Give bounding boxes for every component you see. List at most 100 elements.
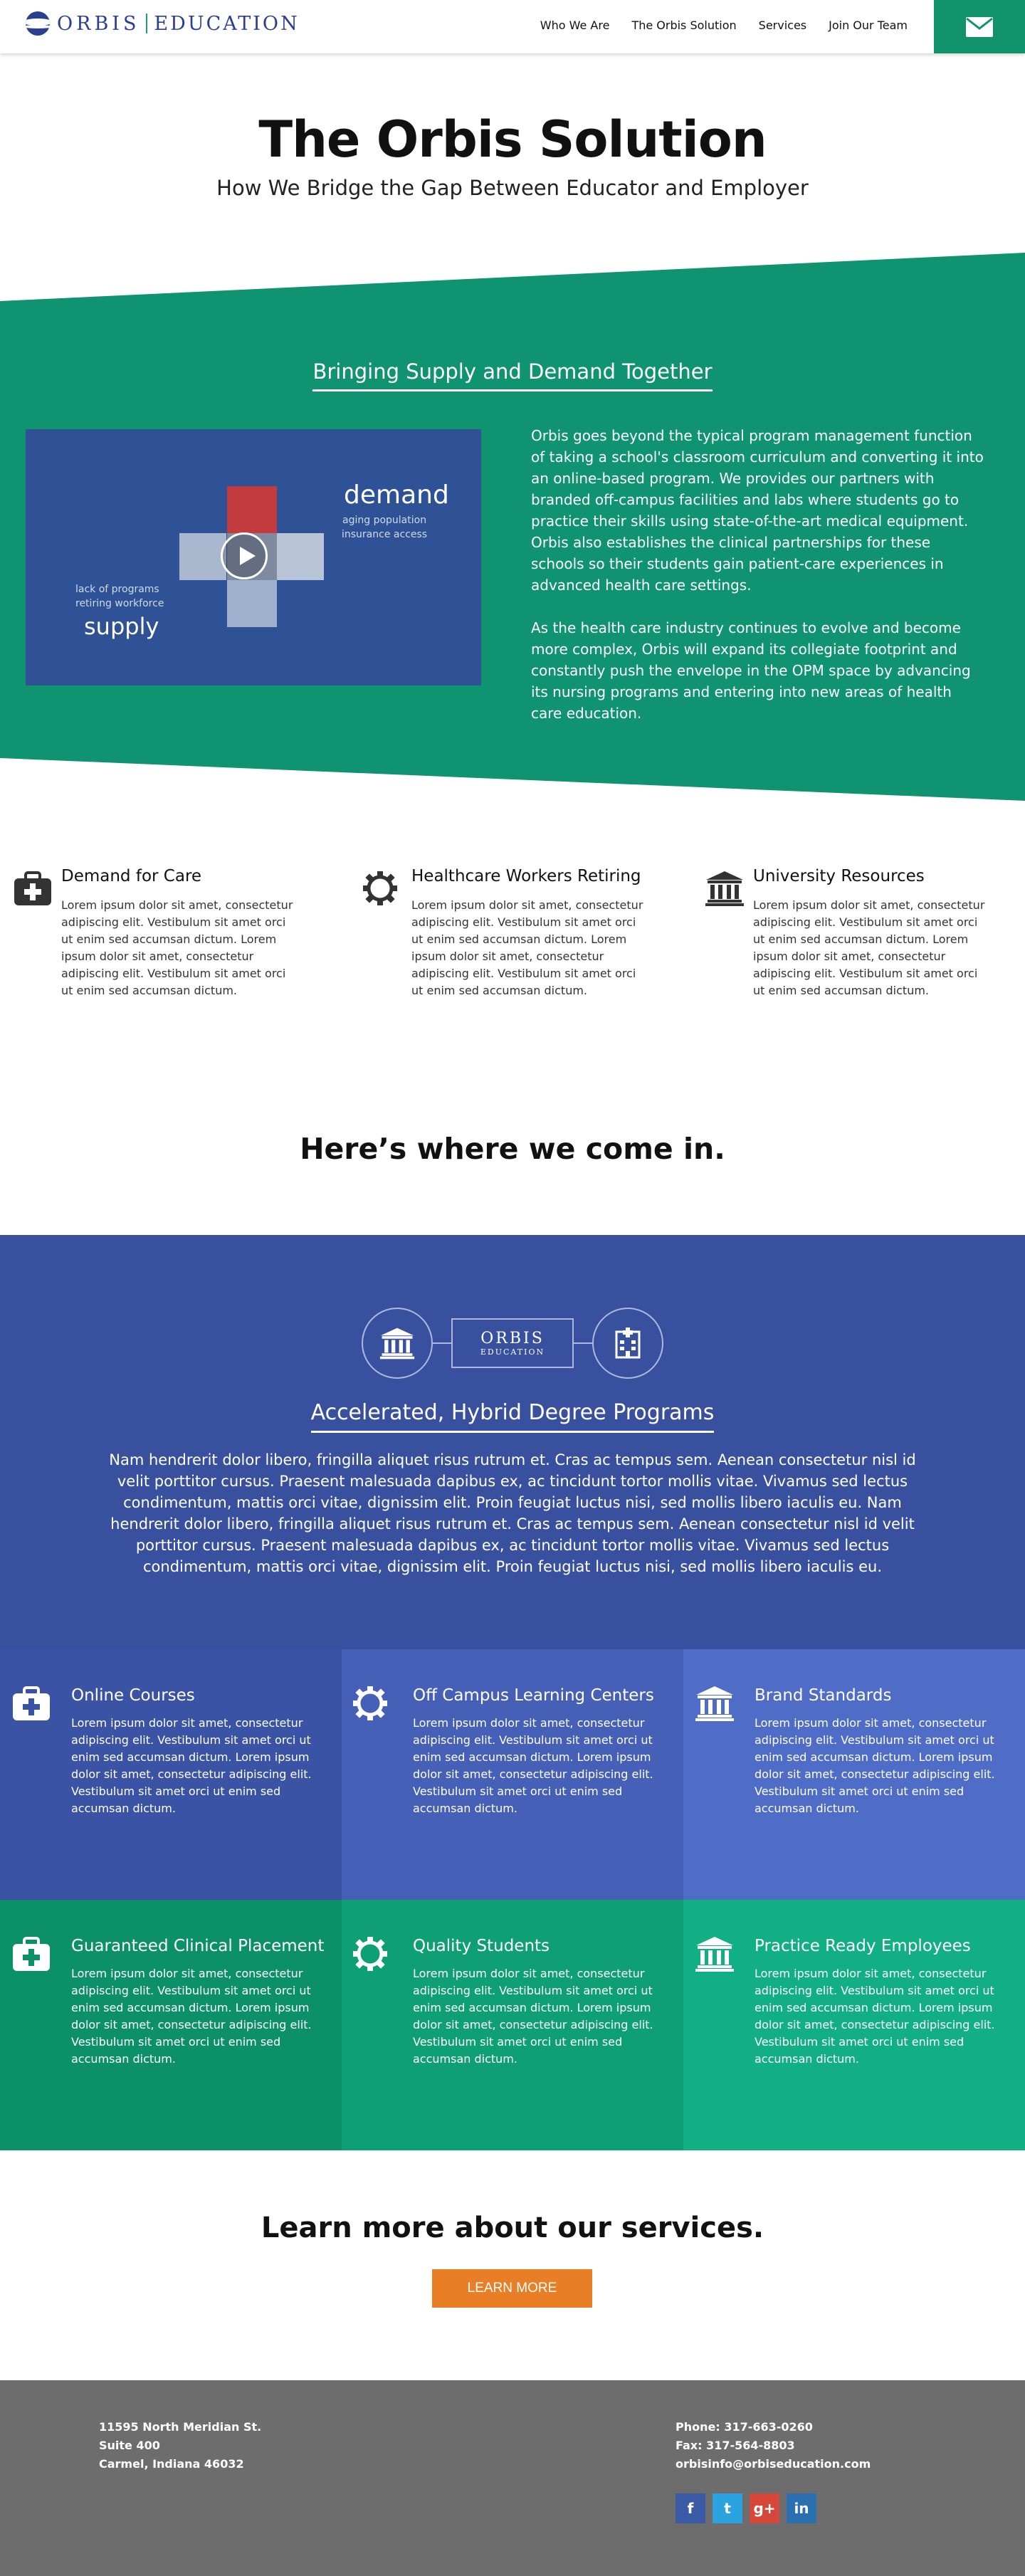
hospital-icon <box>615 1328 641 1359</box>
tile-title: Quality Students <box>413 1937 550 1955</box>
learn-more-button[interactable]: LEARN MORE <box>432 2269 592 2308</box>
cta-heading: Learn more about our services. <box>261 2212 764 2244</box>
facebook-icon[interactable]: f <box>676 2493 705 2523</box>
video-demand-sub-1: aging population <box>342 515 427 526</box>
video-supply-sub-2: retiring workforce <box>75 598 164 609</box>
supply-demand-paragraph-1: Orbis goes beyond the typical program ma… <box>531 427 984 594</box>
linkedin-icon[interactable]: in <box>787 2493 816 2523</box>
video-demand-label: demand <box>344 480 449 510</box>
supply-demand-paragraph-2: As the health care industry continues to… <box>531 619 971 722</box>
footer-phone[interactable]: Phone: 317-663-0260 <box>676 2418 871 2436</box>
supply-demand-heading: Bringing Supply and Demand Together <box>0 359 1025 391</box>
feature-text: Lorem ipsum dolor sit amet, consectetur … <box>411 898 643 997</box>
university-icon <box>695 1937 734 1972</box>
diagram-hospital-circle <box>592 1308 663 1379</box>
hero-section: The Orbis Solution How We Bridge the Gap… <box>0 53 1025 274</box>
logo-globe-icon <box>26 11 50 36</box>
tile-text: Lorem ipsum dolor sit amet, consectetur … <box>413 1967 653 2066</box>
video-demand-sub-2: insurance access <box>342 529 428 540</box>
tile-text: Lorem ipsum dolor sit amet, consectetur … <box>755 1716 995 1815</box>
accelerated-section <box>0 1235 1025 1649</box>
video-supply-sub-1: lack of programs <box>75 584 159 595</box>
tile-text: Lorem ipsum dolor sit amet, consectetur … <box>413 1716 653 1815</box>
gear-icon <box>353 1686 387 1720</box>
address-line-3: Carmel, Indiana 46032 <box>99 2457 244 2471</box>
footer-email[interactable]: orbisinfo@orbiseducation.com <box>676 2455 871 2474</box>
supply-demand-title: Bringing Supply and Demand Together <box>312 359 713 391</box>
benefit-tile: Online Courses Lorem ipsum dolor sit amet… <box>0 1649 342 1900</box>
diagram-logo-orbis: ORBIS <box>480 1330 545 1347</box>
site-footer <box>0 2380 1025 2576</box>
page-title: The Orbis Solution <box>258 110 767 169</box>
video-play-button[interactable] <box>221 532 268 579</box>
tile-text: Lorem ipsum dolor sit amet, consectetur … <box>71 1716 312 1815</box>
video-supply-sub: lack of programs retiring workforce <box>75 582 164 611</box>
nav-who-we-are[interactable]: Who We Are <box>540 19 610 32</box>
feature-university-resources: University Resources Lorem ipsum dolor s… <box>705 867 989 999</box>
video-photo-nurse <box>227 486 277 533</box>
medical-kit-icon <box>13 1937 50 1971</box>
accelerated-title: Accelerated, Hybrid Degree Programs <box>310 1400 715 1433</box>
supply-demand-video[interactable]: demand aging population insurance access… <box>26 429 481 685</box>
video-photo-patient <box>277 533 324 580</box>
gear-icon <box>353 1937 387 1971</box>
medical-kit-icon <box>13 1686 50 1720</box>
footer-contact: Phone: 317-663-0260 Fax: 317-564-8803 or… <box>676 2418 871 2474</box>
come-in-heading: Here’s where we come in. <box>300 1132 725 1166</box>
feature-text: Lorem ipsum dolor sit amet, consectetur … <box>61 898 293 997</box>
accelerated-text: Nam hendrerit dolor libero, fringilla al… <box>109 1451 916 1575</box>
contact-mail-button[interactable] <box>934 0 1025 53</box>
footer-fax: Fax: 317-564-8803 <box>676 2439 795 2452</box>
feature-title: University Resources <box>753 867 925 885</box>
feature-title: Demand for Care <box>61 867 202 885</box>
benefit-tile: Off Campus Learning Centers Lorem ipsum d… <box>342 1649 683 1900</box>
diagram-logo-education: EDUCATION <box>480 1347 545 1357</box>
footer-address: 11595 North Meridian St. Suite 400 Carme… <box>99 2418 261 2474</box>
site-header: ORBIS EDUCATION Who We Are The Orbis Sol… <box>0 0 1025 53</box>
feature-demand-for-care: Demand for Care Lorem ipsum dolor sit am… <box>13 867 298 999</box>
twitter-icon[interactable]: t <box>713 2493 742 2523</box>
video-supply-label: supply <box>84 613 159 640</box>
tile-title: Brand Standards <box>755 1686 892 1705</box>
accelerated-heading: Accelerated, Hybrid Degree Programs <box>0 1400 1025 1433</box>
logo-text-education: EDUCATION <box>154 12 300 35</box>
video-demand-sub: aging population insurance access <box>342 513 427 542</box>
university-icon <box>705 871 744 906</box>
benefit-tile: Brand Standards Lorem ipsum dolor sit ame… <box>683 1649 1025 1900</box>
address-line-1: 11595 North Meridian St. <box>99 2420 262 2434</box>
nav-services[interactable]: Services <box>759 19 806 32</box>
medical-kit-icon <box>14 871 51 905</box>
feature-text: Lorem ipsum dolor sit amet, consectetur … <box>753 898 985 997</box>
video-photo-students <box>227 580 277 627</box>
orbis-logo[interactable]: ORBIS EDUCATION <box>26 11 300 36</box>
nav-join-our-team[interactable]: Join Our Team <box>829 19 908 32</box>
logo-text-orbis: ORBIS <box>57 12 140 35</box>
main-nav: Who We Are The Orbis Solution Services J… <box>518 19 908 32</box>
feature-healthcare-workers-retiring: Healthcare Workers Retiring Lorem ipsum … <box>363 867 648 999</box>
gear-icon <box>363 871 397 905</box>
social-links: f t g+ in <box>676 2493 824 2523</box>
benefit-tile: Guaranteed Clinical Placement Lorem ipsum… <box>0 1900 342 2150</box>
page-subtitle: How We Bridge the Gap Between Educator a… <box>216 176 809 200</box>
tile-title: Online Courses <box>71 1686 195 1705</box>
address-line-2: Suite 400 <box>99 2439 160 2452</box>
video-photo-doctors <box>179 533 226 580</box>
nav-orbis-solution[interactable]: The Orbis Solution <box>631 19 736 32</box>
benefit-tile: Practice Ready Employees Lorem ipsum dolo… <box>683 1900 1025 2150</box>
diagram-orbis-logo: ORBIS EDUCATION <box>451 1318 574 1368</box>
tile-text: Lorem ipsum dolor sit amet, consectetur … <box>71 1967 312 2066</box>
partnership-diagram: ORBIS EDUCATION <box>362 1308 663 1379</box>
diagram-connector-right <box>574 1342 592 1344</box>
tile-title: Guaranteed Clinical Placement <box>71 1937 325 1955</box>
university-icon <box>695 1686 734 1721</box>
diagram-connector-left <box>433 1342 451 1344</box>
supply-demand-text: Orbis goes beyond the typical program ma… <box>531 425 987 745</box>
diagram-university-circle <box>362 1308 433 1379</box>
tile-title: Practice Ready Employees <box>755 1937 971 1955</box>
benefit-tile: Quality Students Lorem ipsum dolor sit am… <box>342 1900 683 2150</box>
logo-divider <box>146 14 148 33</box>
google-plus-icon[interactable]: g+ <box>750 2493 779 2523</box>
tile-text: Lorem ipsum dolor sit amet, consectetur … <box>755 1967 995 2066</box>
feature-title: Healthcare Workers Retiring <box>411 867 641 885</box>
envelope-icon <box>966 16 993 37</box>
